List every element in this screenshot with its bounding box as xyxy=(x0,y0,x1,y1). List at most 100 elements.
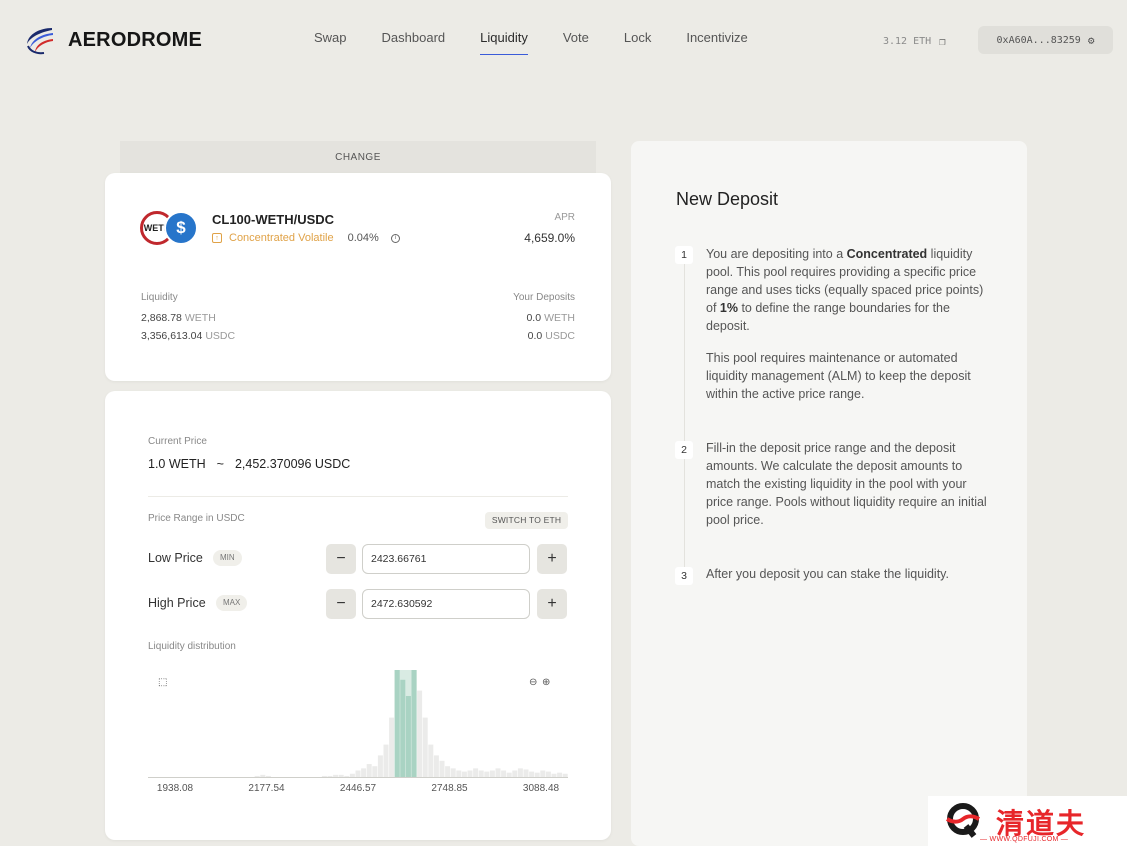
pool-fee: 0.04% xyxy=(347,232,379,244)
liquidity-unit: WETH xyxy=(184,312,216,324)
price-range-label: Price Range in USDC xyxy=(148,513,245,524)
nav-vote[interactable]: Vote xyxy=(563,30,589,55)
x-tick-label: 2446.57 xyxy=(340,783,377,794)
deposit-amount: 0.0 xyxy=(526,312,542,324)
watermark-url: — WWW.QDFUJI.COM — xyxy=(980,836,1069,843)
main-nav: Swap Dashboard Liquidity Vote Lock Incen… xyxy=(314,30,783,55)
distribution-bar xyxy=(562,773,568,777)
low-price-input[interactable]: 2423.66761 xyxy=(362,544,530,574)
deposit-unit: WETH xyxy=(544,312,575,324)
pool-type-icon: ↑ xyxy=(212,233,222,243)
current-price-value: 1.0 WETH ~2,452.370096 USDC xyxy=(148,457,350,471)
nav-swap[interactable]: Swap xyxy=(314,30,347,55)
high-price-label: High Price xyxy=(148,596,206,610)
deposit-title: New Deposit xyxy=(676,189,779,209)
step-1-text-a: You are depositing into a xyxy=(706,247,847,261)
distribution-bar xyxy=(450,768,456,777)
low-price-label: Low Price xyxy=(148,551,203,565)
distribution-bar xyxy=(355,770,361,777)
distribution-bar xyxy=(433,755,439,777)
deposits-label: Your Deposits xyxy=(513,292,575,303)
wallet-icon[interactable]: ❐ xyxy=(939,35,946,48)
nav-dashboard[interactable]: Dashboard xyxy=(382,30,446,55)
distribution-bar xyxy=(327,775,333,777)
distribution-bar xyxy=(338,774,344,777)
tilde: ~ xyxy=(216,457,224,471)
switch-to-eth-button[interactable]: SWITCH TO ETH xyxy=(485,512,568,529)
x-tick-label: 2748.85 xyxy=(431,783,468,794)
pool-summary-card: WETH $ CL100-WETH/USDC ↑ Concentrated Vo… xyxy=(105,173,611,381)
eth-balance: 3.12 ETH ❐ xyxy=(883,35,946,48)
current-price-label: Current Price xyxy=(148,436,207,447)
low-price-decrement-button[interactable]: − xyxy=(326,544,356,574)
distribution-bar xyxy=(400,679,406,777)
distribution-bar xyxy=(394,669,400,777)
distribution-bar xyxy=(372,766,378,777)
distribution-bar xyxy=(439,760,445,777)
liquidity-amount: 3,356,613.04 xyxy=(141,330,203,342)
liquidity-distribution-label: Liquidity distribution xyxy=(148,641,236,652)
deposit-amount: 0.0 xyxy=(527,330,543,342)
nav-liquidity[interactable]: Liquidity xyxy=(480,30,528,55)
reset-zoom-icon[interactable]: ⬚ xyxy=(158,677,167,688)
brand-logo[interactable]: AERODROME xyxy=(24,24,202,56)
distribution-bar xyxy=(473,768,479,777)
distribution-bar xyxy=(428,744,434,777)
distribution-bar xyxy=(557,772,563,777)
high-price-input[interactable]: 2472.630592 xyxy=(362,589,530,619)
step-1-text-c: to define the range boundaries for the d… xyxy=(706,301,950,333)
distribution-bar xyxy=(260,774,266,777)
distribution-bar xyxy=(422,717,428,777)
distribution-bar xyxy=(506,772,512,777)
nav-incentivize[interactable]: Incentivize xyxy=(686,30,747,55)
x-tick-label: 1938.08 xyxy=(157,783,194,794)
high-price-row: High Price MAX − 2472.630592 + xyxy=(148,589,568,619)
step-1-bold-tick: 1% xyxy=(719,301,738,315)
step-1-extra-text: This pool requires maintenance or automa… xyxy=(706,351,971,401)
nav-lock[interactable]: Lock xyxy=(624,30,651,55)
distribution-bar xyxy=(411,669,417,777)
deposit-usdc: 0.0 USDC xyxy=(528,330,575,342)
distribution-bar xyxy=(366,764,372,777)
zoom-out-icon[interactable]: ⊖ xyxy=(529,677,537,688)
low-price-row: Low Price MIN − 2423.66761 + xyxy=(148,544,568,574)
distribution-bar xyxy=(495,768,501,777)
distribution-bar xyxy=(529,771,535,777)
change-tab[interactable]: CHANGE xyxy=(120,141,596,177)
distribution-bar xyxy=(484,771,490,777)
distribution-bar xyxy=(321,775,327,777)
distribution-bar xyxy=(344,775,350,777)
wallet-button[interactable]: 0xA60A...83259 ⚙ xyxy=(978,26,1113,54)
distribution-bar xyxy=(456,770,462,777)
distribution-bar xyxy=(534,772,540,777)
distribution-bar xyxy=(389,717,395,777)
liquidity-label: Liquidity xyxy=(141,292,178,303)
pool-meta: ↑ Concentrated Volatile 0.04% i xyxy=(212,232,400,244)
distribution-bar xyxy=(254,775,260,777)
high-price-decrement-button[interactable]: − xyxy=(326,589,356,619)
step-2-text: Fill-in the deposit price range and the … xyxy=(706,441,987,527)
distribution-bar xyxy=(478,770,484,777)
low-price-increment-button[interactable]: + xyxy=(537,544,567,574)
distribution-bar xyxy=(333,774,339,777)
distribution-bar xyxy=(512,770,518,777)
distribution-bar xyxy=(551,773,557,777)
token-pair-icons: WETH $ xyxy=(140,211,200,247)
steps-timeline xyxy=(684,254,685,576)
watermark-logo-icon xyxy=(945,803,981,838)
zoom-in-icon[interactable]: ⊕ xyxy=(542,677,550,688)
deposit-unit: USDC xyxy=(545,330,575,342)
distribution-bar xyxy=(545,771,551,777)
liquidity-amount: 2,868.78 xyxy=(141,312,182,324)
distribution-bar xyxy=(417,690,423,777)
distribution-bar xyxy=(489,770,495,777)
info-icon[interactable]: i xyxy=(390,233,400,243)
distribution-bar xyxy=(349,773,355,777)
pool-name: CL100-WETH/USDC xyxy=(212,212,335,227)
gear-icon[interactable]: ⚙ xyxy=(1088,34,1095,47)
liquidity-unit: USDC xyxy=(205,330,236,342)
top-navigation-bar: AERODROME Swap Dashboard Liquidity Vote … xyxy=(0,0,1127,80)
liquidity-distribution-chart: ⬚ ⊖ ⊕ 1938.08 2177.54 2446.57 2748.85 3088.4… xyxy=(148,669,568,800)
high-price-increment-button[interactable]: + xyxy=(537,589,567,619)
distribution-bar xyxy=(405,696,411,777)
